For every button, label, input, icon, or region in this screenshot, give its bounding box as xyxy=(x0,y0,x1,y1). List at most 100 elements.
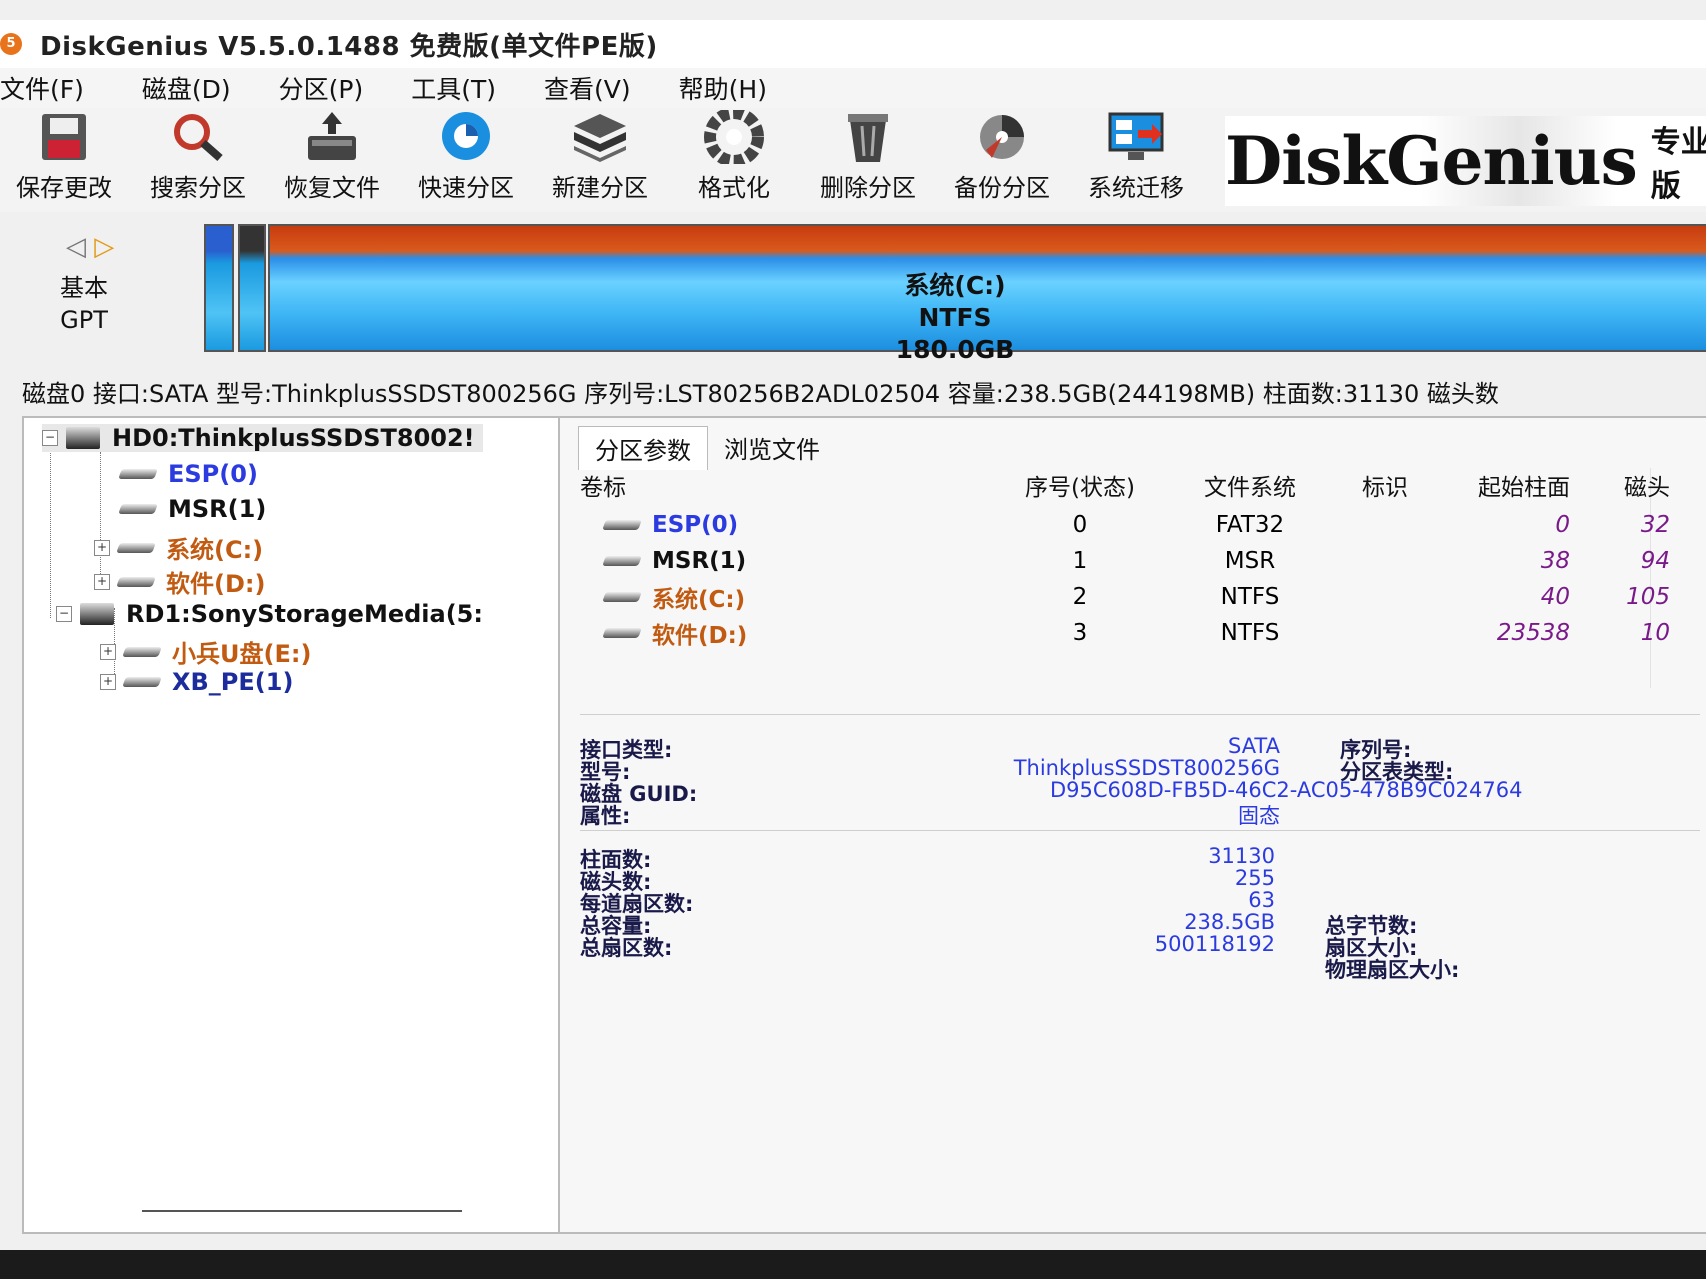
tree-disk-hd0[interactable]: − HD0:ThinkplusSSDST8002! xyxy=(42,424,483,452)
iface-value: SATA xyxy=(1227,734,1280,758)
backup-icon xyxy=(968,108,1036,166)
table-header-row: 卷标 序号(状态) 文件系统 标识 起始柱面 磁头 xyxy=(560,468,1706,502)
menu-file[interactable]: 文件(F) xyxy=(0,70,84,106)
row-start-cyl: 23538 xyxy=(1496,620,1570,646)
divider xyxy=(580,714,1700,715)
partition-icon xyxy=(118,469,158,479)
tree-item-xbpe[interactable]: + XB_PE(1) xyxy=(100,668,293,696)
menu-bar: 文件(F) 磁盘(D) 分区(P) 工具(T) 查看(V) 帮助(H) xyxy=(0,68,1706,108)
toolbar: 保存更改 搜索分区 恢复文件 快速分区 新建分区 格式化 删除分区 备份分区 系… xyxy=(0,108,1706,212)
tree-item-e-label: 小兵U盘(E:) xyxy=(172,640,312,668)
row-index: 3 xyxy=(1072,620,1088,646)
diskgenius-window: 5 DiskGenius V5.5.0.1488 免费版(单文件PE版) 文件(… xyxy=(0,0,1706,1250)
menu-tools[interactable]: 工具(T) xyxy=(411,70,496,106)
tree-item-esp[interactable]: ESP(0) xyxy=(118,460,258,488)
table-row[interactable]: 软件(D:) 3 NTFS 23538 10 xyxy=(560,616,1706,650)
menu-view[interactable]: 查看(V) xyxy=(544,70,631,106)
partition-icon xyxy=(602,520,642,530)
cylinders-value: 31130 xyxy=(1208,844,1275,868)
removable-disk-icon xyxy=(80,603,114,625)
system-migrate-button[interactable]: 系统迁移 xyxy=(1072,108,1200,208)
attribute-label: 属性: xyxy=(580,804,631,828)
horizontal-scrollbar[interactable] xyxy=(142,1210,462,1212)
search-icon xyxy=(164,108,232,166)
tree-item-d-label: 软件(D:) xyxy=(166,570,266,598)
partition-block-c[interactable]: 系统(C:) NTFS 180.0GB xyxy=(268,224,1706,364)
disk-info-line: 磁盘0 接口:SATA 型号:ThinkplusSSDST800256G 序列号… xyxy=(22,380,1499,408)
details-panel: 分区参数 浏览文件 卷标 序号(状态) 文件系统 标识 起始柱面 磁头 ESP(… xyxy=(558,416,1706,1234)
row-head: 105 xyxy=(1626,584,1670,610)
expand-icon[interactable]: + xyxy=(100,674,116,690)
col-start-cyl-header[interactable]: 起始柱面 xyxy=(1390,468,1570,502)
tree-item-d[interactable]: + 软件(D:) xyxy=(94,564,265,599)
recover-files-button[interactable]: 恢复文件 xyxy=(268,108,396,208)
brand-edition: 专业版 xyxy=(1650,125,1706,204)
prev-disk-icon[interactable]: ◁ xyxy=(66,232,86,262)
col-head-header[interactable]: 磁头 xyxy=(1590,468,1670,502)
expand-icon[interactable]: + xyxy=(94,573,110,590)
tree-line xyxy=(50,448,51,618)
partition-icon xyxy=(602,628,642,638)
details-tabs: 分区参数 浏览文件 xyxy=(578,426,836,470)
tree-item-e[interactable]: + 小兵U盘(E:) xyxy=(100,634,311,669)
row-head: 10 xyxy=(1640,620,1670,646)
row-fs: NTFS xyxy=(1220,584,1280,610)
backup-partition-label: 备份分区 xyxy=(954,174,1050,202)
tree-item-msr-label: MSR(1) xyxy=(168,495,267,523)
title-bar: 5 DiskGenius V5.5.0.1488 免费版(单文件PE版) xyxy=(0,20,1706,68)
app-icon: 5 xyxy=(0,33,22,55)
format-icon xyxy=(700,108,768,166)
new-partition-icon xyxy=(566,108,634,166)
save-changes-button[interactable]: 保存更改 xyxy=(0,108,128,208)
row-start-cyl: 0 xyxy=(1555,512,1570,538)
disk-tree: − HD0:ThinkplusSSDST8002! ESP(0) MSR(1) … xyxy=(22,416,580,1234)
tree-disk-rd1[interactable]: − RD1:SonyStorageMedia(5: xyxy=(56,600,483,628)
tree-disk-rd1-label: RD1:SonyStorageMedia(5: xyxy=(126,600,483,628)
expand-icon[interactable]: + xyxy=(100,643,116,660)
next-disk-icon[interactable]: ▷ xyxy=(94,232,114,262)
divider xyxy=(580,830,1700,831)
partition-block-msr[interactable] xyxy=(238,224,266,352)
tab-partition-params[interactable]: 分区参数 xyxy=(578,426,708,470)
quick-partition-button[interactable]: 快速分区 xyxy=(402,108,530,208)
delete-partition-button[interactable]: 删除分区 xyxy=(804,108,932,208)
expand-icon[interactable]: + xyxy=(94,539,110,556)
table-row[interactable]: ESP(0) 0 FAT32 0 32 xyxy=(560,508,1706,542)
col-volume-header[interactable]: 卷标 xyxy=(580,468,626,502)
menu-partition[interactable]: 分区(P) xyxy=(279,70,364,106)
table-row[interactable]: MSR(1) 1 MSR 38 94 xyxy=(560,544,1706,578)
brand-logo: DiskGenius xyxy=(1225,122,1638,200)
migrate-icon xyxy=(1102,108,1170,166)
search-partition-button[interactable]: 搜索分区 xyxy=(134,108,262,208)
col-fs-header[interactable]: 文件系统 xyxy=(1180,468,1320,502)
col-index-header[interactable]: 序号(状态) xyxy=(1020,468,1140,502)
partition-icon xyxy=(122,646,162,657)
heads-value: 255 xyxy=(1234,866,1275,890)
tree-item-c-label: 系统(C:) xyxy=(166,536,264,564)
row-volume: 软件(D:) xyxy=(652,623,748,649)
disk-type-gpt: GPT xyxy=(60,306,108,334)
recover-icon xyxy=(298,108,366,166)
backup-partition-button[interactable]: 备份分区 xyxy=(938,108,1066,208)
disk-geometry: 柱面数: 31130 磁头数: 255 每道扇区数: 63 总容量: 238.5… xyxy=(580,844,1700,984)
recover-files-label: 恢复文件 xyxy=(284,174,380,202)
menu-help[interactable]: 帮助(H) xyxy=(679,70,767,106)
partition-icon xyxy=(118,504,158,514)
collapse-icon[interactable]: − xyxy=(42,430,58,446)
partition-icon xyxy=(602,556,642,566)
new-partition-button[interactable]: 新建分区 xyxy=(536,108,664,208)
menu-disk[interactable]: 磁盘(D) xyxy=(142,70,231,106)
row-start-cyl: 38 xyxy=(1540,548,1570,574)
partition-block-esp[interactable] xyxy=(204,224,234,352)
tree-item-c[interactable]: + 系统(C:) xyxy=(94,530,263,565)
total-sectors-label: 总扇区数: xyxy=(580,936,673,960)
tree-item-esp-label: ESP(0) xyxy=(168,460,258,488)
collapse-icon[interactable]: − xyxy=(56,606,72,622)
tree-item-msr[interactable]: MSR(1) xyxy=(118,495,267,523)
row-start-cyl: 40 xyxy=(1540,584,1570,610)
format-button[interactable]: 格式化 xyxy=(670,108,798,208)
table-row[interactable]: 系统(C:) 2 NTFS 40 105 xyxy=(560,580,1706,614)
tab-browse-files[interactable]: 浏览文件 xyxy=(708,426,836,470)
save-changes-label: 保存更改 xyxy=(16,174,112,202)
row-volume: 系统(C:) xyxy=(652,587,746,613)
